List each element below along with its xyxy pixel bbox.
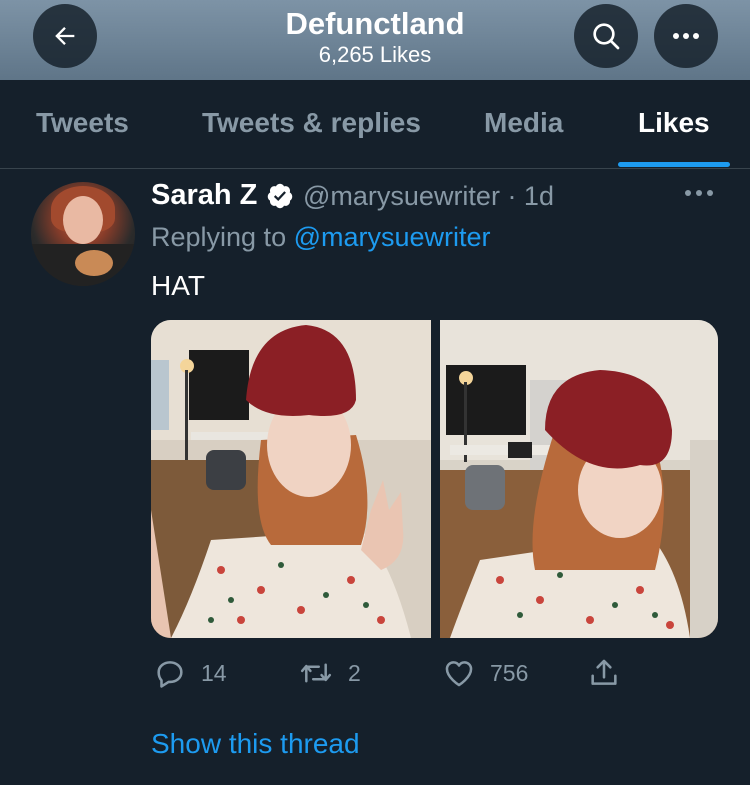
like-count: 756 — [490, 659, 529, 686]
retweet-button[interactable]: 2 — [298, 650, 361, 696]
profile-header: Defunctland 6,265 Likes — [0, 0, 750, 80]
heart-icon — [445, 661, 473, 687]
tab-tweets-and-replies[interactable]: Tweets & replies — [202, 107, 421, 139]
tweet-actions: 14 2 756 — [0, 650, 750, 696]
profile-tabs: Tweets Tweets & replies Media Likes — [0, 80, 750, 169]
tab-tweets[interactable]: Tweets — [36, 107, 129, 139]
more-horizontal-icon — [673, 33, 699, 39]
tweet-photo-1[interactable] — [151, 320, 431, 638]
active-tab-indicator — [618, 162, 730, 167]
replying-to-handle[interactable]: @marysuewriter — [294, 222, 491, 252]
tweet-photo-2[interactable] — [440, 320, 718, 638]
reply-count: 14 — [201, 659, 227, 686]
share-button[interactable] — [587, 650, 621, 696]
retweet-icon — [300, 663, 332, 683]
replying-to: Replying to @marysuewriter — [151, 222, 491, 253]
tweet-handle-and-time[interactable]: @marysuewriter · 1d — [303, 181, 554, 212]
tweet-media — [151, 320, 718, 638]
like-button[interactable]: 756 — [442, 650, 528, 696]
tab-media[interactable]: Media — [484, 107, 563, 139]
search-button[interactable] — [574, 4, 638, 68]
retweet-count: 2 — [348, 659, 361, 686]
verified-badge-icon — [267, 183, 293, 209]
tab-likes[interactable]: Likes — [638, 107, 710, 139]
tweet-text: HAT — [151, 270, 205, 301]
replying-to-label: Replying to — [151, 222, 287, 252]
tweet-more-icon[interactable] — [683, 185, 715, 201]
show-thread-link[interactable]: Show this thread — [151, 728, 360, 760]
tweet-author-name[interactable]: Sarah Z — [151, 179, 257, 212]
likes-count: 6,265 Likes — [318, 42, 432, 67]
avatar[interactable] — [31, 182, 135, 286]
more-button[interactable] — [654, 4, 718, 68]
reply-button[interactable]: 14 — [153, 650, 227, 696]
reply-bubble-icon — [157, 661, 183, 688]
share-icon — [591, 659, 617, 685]
search-icon — [593, 23, 620, 50]
